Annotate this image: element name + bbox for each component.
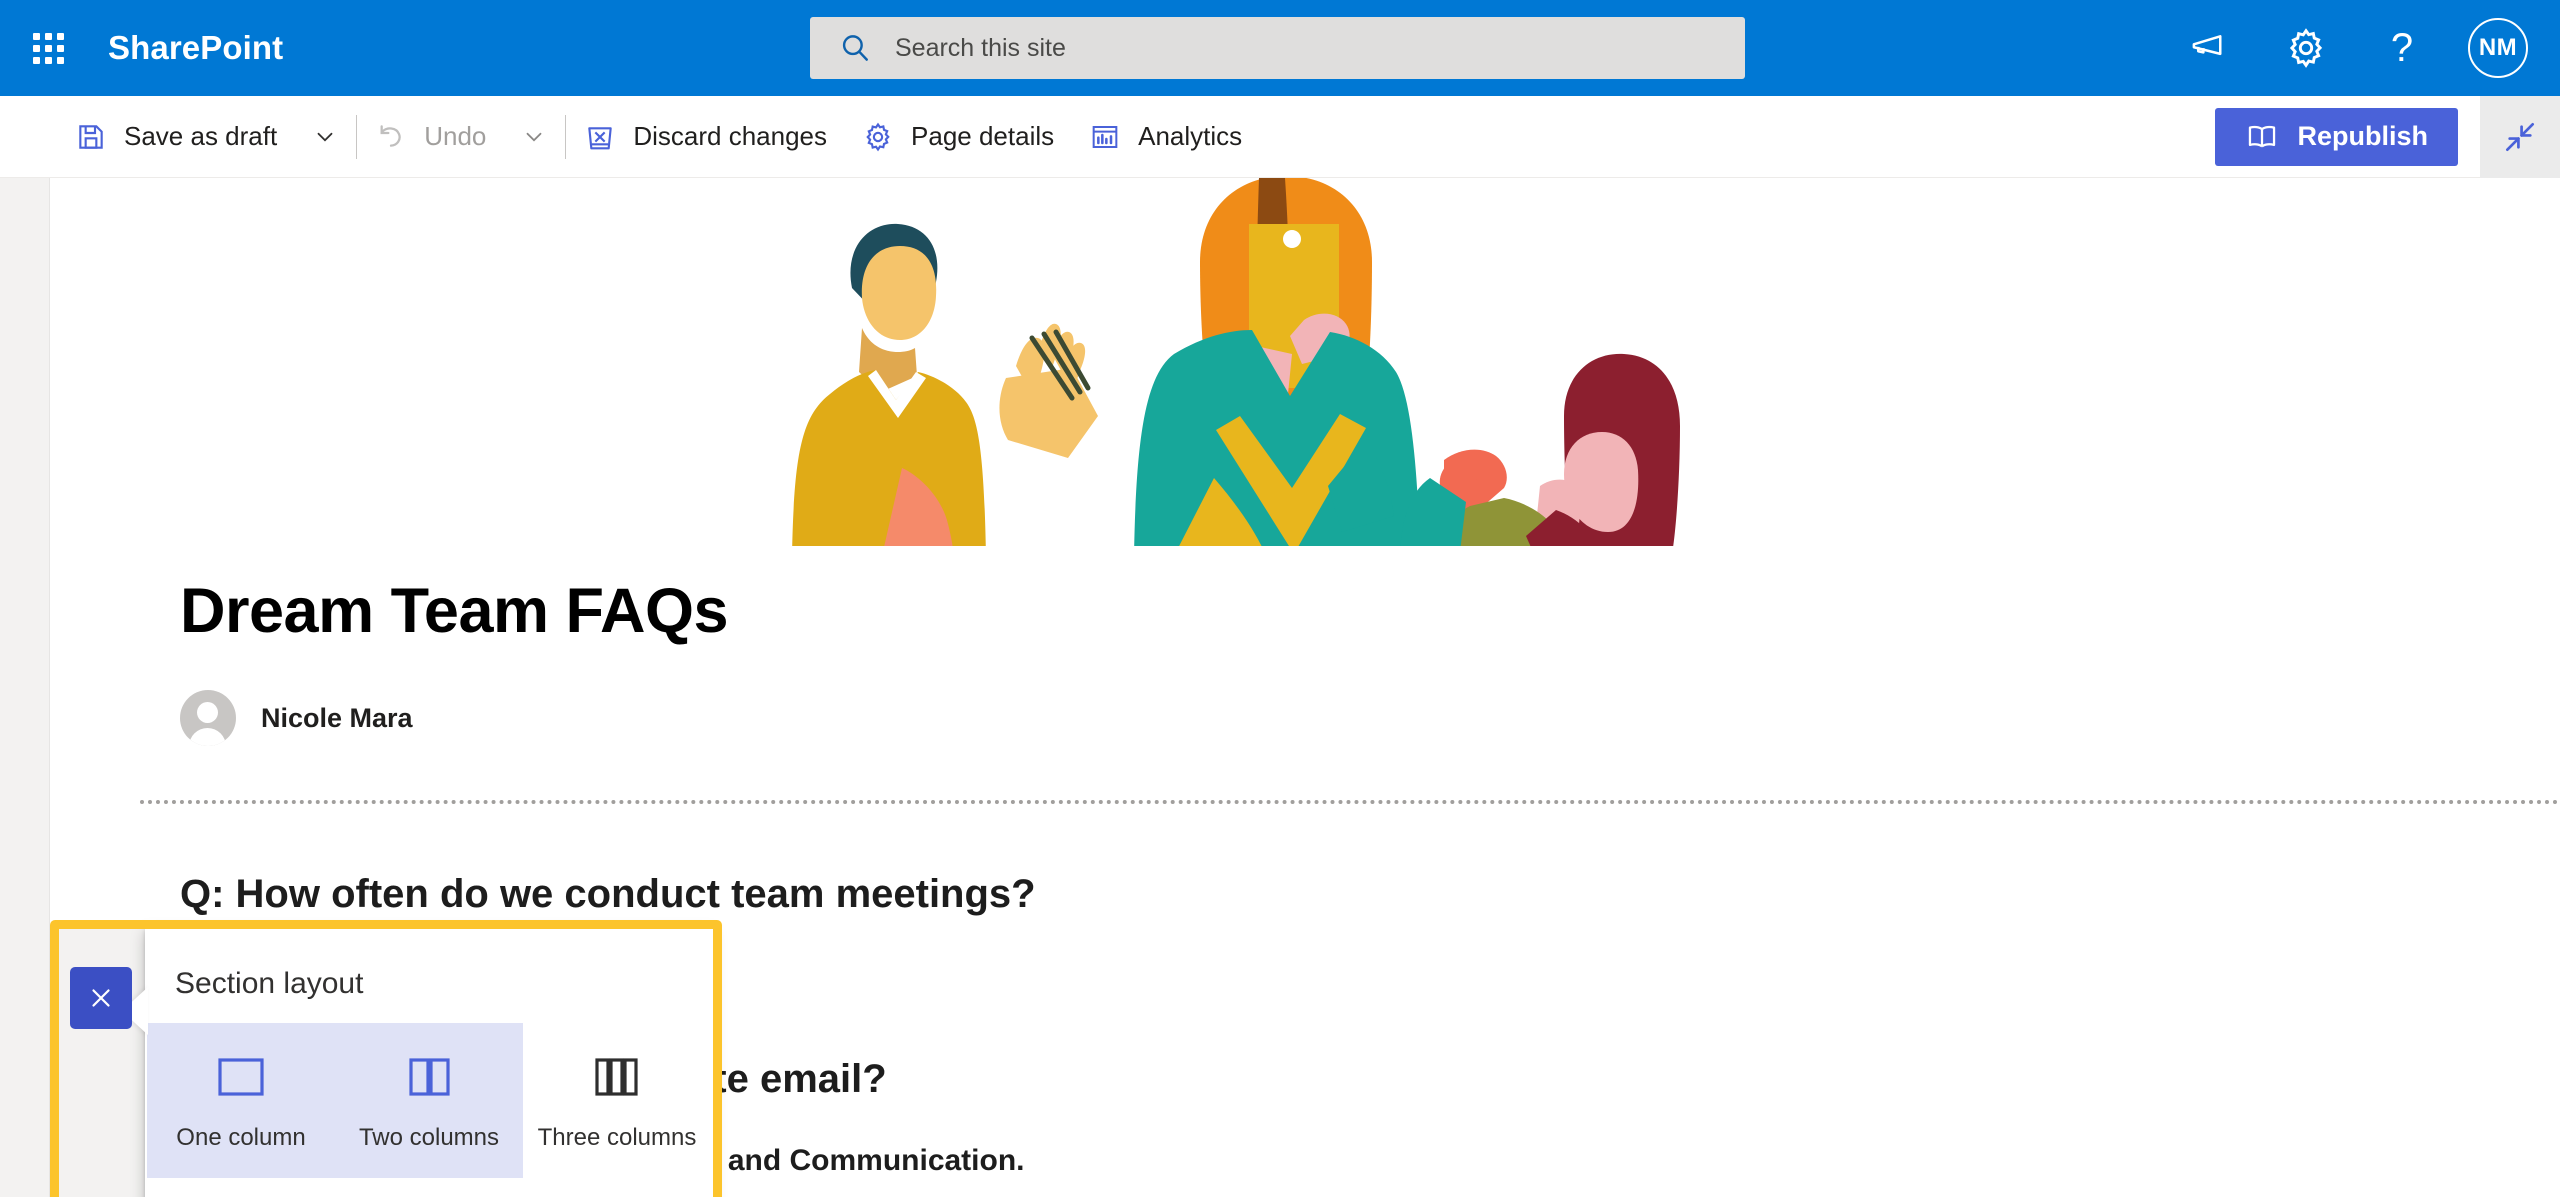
page-details-button[interactable]: Page details (844, 96, 1071, 178)
command-bar: Save as draft Undo Discard changes Page … (0, 95, 2560, 178)
book-icon (2245, 120, 2279, 154)
layout-option-label: Three columns (537, 1124, 697, 1151)
discard-icon (583, 120, 617, 154)
section-divider (140, 800, 2560, 804)
page-details-icon (861, 120, 895, 154)
help-button[interactable]: ? (2354, 0, 2450, 96)
undo-button[interactable]: Undo (357, 96, 503, 178)
close-icon (92, 989, 110, 1007)
canvas-left-rail (0, 178, 50, 1197)
analytics-label: Analytics (1138, 121, 1243, 151)
save-as-draft-label: Save as draft (124, 121, 278, 151)
byline: Nicole Mara (180, 690, 728, 747)
save-icon (74, 120, 108, 154)
search-input[interactable]: Search this site (895, 34, 1066, 63)
avatar: NM (2468, 18, 2528, 78)
search-icon (842, 35, 868, 61)
republish-label: Republish (2297, 121, 2428, 151)
faq-question[interactable]: Q: How often do we conduct team meetings… (180, 868, 2500, 920)
close-button[interactable] (70, 967, 132, 1029)
section-layout-callout: Section layout One column Two columns Th… (59, 929, 713, 1197)
layout-option-one-column[interactable]: One column (147, 1023, 335, 1178)
callout-title: Section layout (175, 967, 364, 1000)
chevron-down-icon (526, 132, 542, 142)
layout-option-three-columns[interactable]: Three columns (523, 1023, 711, 1178)
layout-options-grid: One column Two columns Three columns (145, 1023, 713, 1197)
page-body: Dream Team FAQs Nicole Mara Q: How often… (50, 178, 2560, 1197)
suite-actions: ? NM (2162, 0, 2546, 96)
undo-icon (374, 120, 408, 154)
collapse-icon (2505, 122, 2535, 151)
layout-option-two-columns[interactable]: Two columns (335, 1023, 523, 1178)
author-avatar (180, 690, 236, 747)
section-layout-panel: Section layout One column Two columns Th… (145, 929, 713, 1197)
megaphone-button[interactable] (2162, 0, 2258, 96)
collapse-ribbon-button[interactable] (2480, 95, 2560, 178)
suite-bar: SharePoint Search this site ? NM (0, 0, 2560, 96)
one-column-icon (212, 1045, 270, 1109)
settings-button[interactable] (2258, 0, 2354, 96)
republish-button[interactable]: Republish (2215, 107, 2458, 166)
analytics-button[interactable]: Analytics (1071, 96, 1259, 178)
app-launcher-icon (33, 33, 64, 64)
author-name: Nicole Mara (261, 702, 413, 733)
account-button[interactable]: NM (2450, 0, 2546, 96)
layout-option-one-third-right[interactable]: One-third right (335, 1178, 523, 1197)
hero-image[interactable] (50, 178, 2560, 556)
save-as-draft-button[interactable]: Save as draft (57, 96, 294, 178)
megaphone-icon (2192, 35, 2222, 56)
analytics-icon (1088, 120, 1122, 154)
three-columns-icon (588, 1045, 646, 1109)
gear-icon (2289, 28, 2323, 68)
layout-option-vertical-section[interactable]: Vertical section (523, 1178, 711, 1197)
layout-option-label: One column (176, 1124, 306, 1151)
layout-option-one-third-left[interactable]: One-third left (147, 1178, 335, 1197)
brand-title[interactable]: SharePoint (108, 29, 283, 67)
page-header: Dream Team FAQs Nicole Mara (180, 578, 729, 747)
layout-option-label: Two columns (358, 1124, 500, 1151)
page-canvas: Dream Team FAQs Nicole Mara Q: How often… (0, 178, 2560, 1197)
app-launcher-button[interactable] (0, 0, 96, 96)
search-box[interactable]: Search this site (810, 17, 1745, 79)
undo-label: Undo (424, 121, 487, 151)
undo-options-caret[interactable] (503, 96, 565, 178)
team-illustration (744, 178, 1754, 556)
page-title[interactable]: Dream Team FAQs (180, 578, 729, 644)
chevron-down-icon (317, 132, 333, 142)
two-columns-icon (400, 1045, 458, 1109)
discard-changes-button[interactable]: Discard changes (566, 96, 844, 178)
page-details-label: Page details (911, 121, 1055, 151)
save-options-caret[interactable] (294, 96, 356, 178)
discard-changes-label: Discard changes (633, 121, 828, 151)
help-icon: ? (2390, 26, 2414, 70)
